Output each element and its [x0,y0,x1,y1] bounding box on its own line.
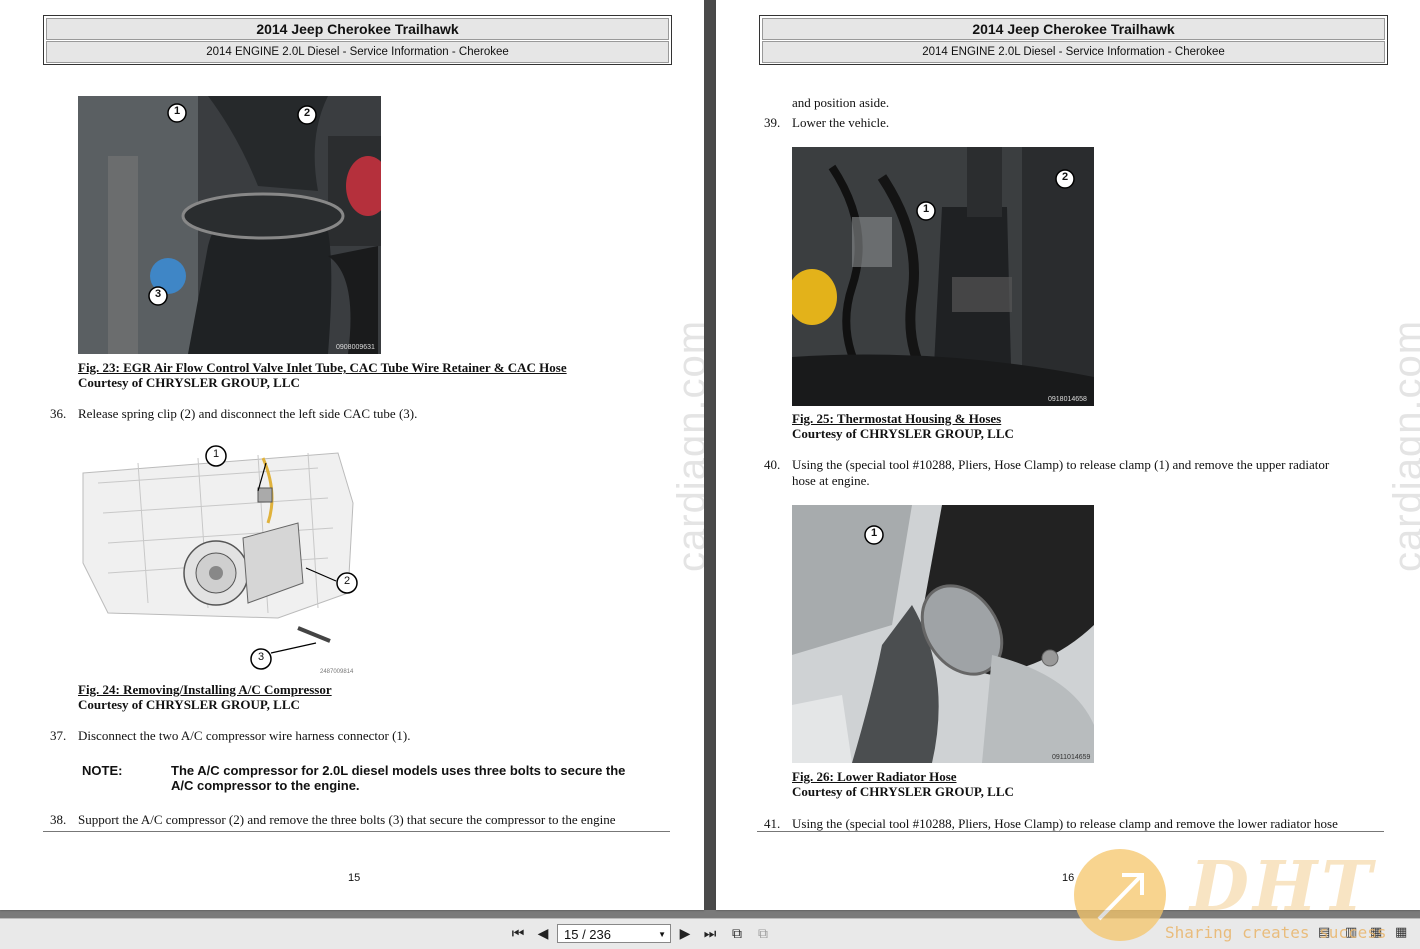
header-subtitle: 2014 ENGINE 2.0L Diesel - Service Inform… [46,41,669,63]
note-text: The A/C compressor for 2.0L diesel model… [171,763,626,793]
figure-23-photo [78,96,381,354]
dht-watermark-badge: DHT Sharing creates success [1070,845,1420,948]
first-page-icon[interactable]: ⏮ [509,925,527,943]
figure-24-drawing [78,443,360,679]
figure-code: 0908009631 [336,344,375,351]
page-number-field[interactable]: 15 / 236 ▼ [557,924,671,943]
figure-23-caption: Fig. 23: EGR Air Flow Control Valve Inle… [78,360,567,390]
figure-26-photo [792,505,1094,763]
figure-25-photo [792,147,1094,406]
header-title: 2014 Jeep Cherokee Trailhawk [46,18,669,40]
callout-1: 1 [916,201,936,226]
page-footer-rule [757,831,1384,832]
callout-3: 3 [148,286,168,311]
callout-1: 1 [205,445,227,472]
dropdown-arrow-icon[interactable]: ▼ [658,925,666,944]
next-page-icon[interactable]: ▶ [676,925,694,943]
figure-code: 0911014659 [1052,754,1091,761]
document-page-15: 2014 Jeep Cherokee Trailhawk 2014 ENGINE… [0,0,714,910]
page-number: 15 [348,872,361,884]
header-title: 2014 Jeep Cherokee Trailhawk [762,18,1385,40]
previous-page-icon[interactable]: ◀ [534,925,552,943]
callout-2: 2 [336,572,358,599]
page-footer-rule [43,831,670,832]
page-header: 2014 Jeep Cherokee Trailhawk 2014 ENGINE… [759,15,1388,65]
page-header: 2014 Jeep Cherokee Trailhawk 2014 ENGINE… [43,15,672,65]
header-subtitle: 2014 ENGINE 2.0L Diesel - Service Inform… [762,41,1385,63]
callout-2: 2 [1055,169,1075,194]
note-label: NOTE: [82,763,123,778]
dht-logo: DHT [1190,847,1376,927]
watermark: cardiagn.com [1386,319,1420,572]
figure-code: 2487009814 [320,669,354,675]
callout-1: 1 [167,103,187,128]
dht-slogan: Sharing creates success [1165,923,1387,942]
figure-26-caption: Fig. 26: Lower Radiator Hose Courtesy of… [792,769,1014,799]
page-gutter [704,0,716,910]
figure-code: 0918014658 [1048,396,1087,403]
go-back-view-icon[interactable]: ⧉ [728,925,746,943]
figure-24-caption: Fig. 24: Removing/Installing A/C Compres… [78,682,332,712]
figure-25-caption: Fig. 25: Thermostat Housing & Hoses Cour… [792,411,1014,441]
document-page-16: 2014 Jeep Cherokee Trailhawk 2014 ENGINE… [716,0,1420,910]
last-page-icon[interactable]: ⏭ [701,925,719,943]
callout-3: 3 [250,648,272,675]
callout-1: 1 [864,525,884,550]
callout-2: 2 [297,105,317,130]
arrow-logo-icon [1074,849,1166,941]
step-continuation: and position aside. [792,95,890,110]
go-forward-view-icon[interactable]: ⧉ [754,925,772,943]
